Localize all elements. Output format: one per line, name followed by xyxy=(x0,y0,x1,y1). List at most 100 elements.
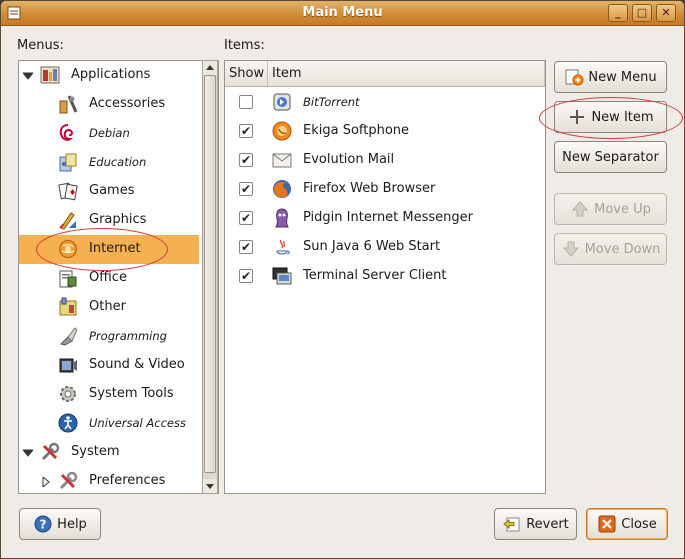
close-window-button[interactable]: ✕ xyxy=(656,4,676,22)
items-table[interactable]: Show Item BitTorrent ✔ Ekiga Softphone ✔ Evo… xyxy=(224,60,546,494)
menu-item-label: Applications xyxy=(71,67,151,82)
firefox-icon xyxy=(273,180,291,198)
close-button[interactable]: Close xyxy=(586,508,668,540)
scroll-down-arrow[interactable] xyxy=(203,479,217,493)
new-menu-icon xyxy=(565,69,584,86)
scrollbar-thumb[interactable] xyxy=(204,75,216,473)
maximize-button[interactable]: □ xyxy=(632,4,652,22)
menus-label: Menus: xyxy=(17,38,64,53)
show-checkbox[interactable]: ✔ xyxy=(239,211,253,225)
menu-item-office[interactable]: Office xyxy=(19,264,199,293)
menu-item-label: Other xyxy=(89,299,126,314)
menu-item-system[interactable]: System xyxy=(19,438,199,467)
mail-icon xyxy=(272,153,292,168)
scroll-up-arrow[interactable] xyxy=(203,61,217,75)
menu-item-label: Games xyxy=(89,183,135,198)
show-checkbox[interactable]: ✔ xyxy=(239,182,253,196)
applications-icon xyxy=(40,66,60,84)
new-item-label: New Item xyxy=(591,109,654,125)
menu-item-label: Education xyxy=(89,155,147,169)
table-row[interactable]: ✔ Firefox Web Browser xyxy=(225,175,543,204)
plus-icon xyxy=(570,110,585,124)
item-label: Firefox Web Browser xyxy=(303,181,436,196)
minimize-button[interactable]: _ xyxy=(608,4,628,22)
new-menu-button[interactable]: New Menu xyxy=(554,61,667,93)
new-item-button[interactable]: New Item xyxy=(554,101,667,133)
programming-icon xyxy=(60,327,78,346)
close-label: Close xyxy=(621,516,657,532)
menu-item-label: System Tools xyxy=(89,386,174,401)
move-down-button[interactable]: Move Down xyxy=(554,233,667,265)
main-menu-window: Main Menu _ □ ✕ Menus: Items: Applicatio… xyxy=(0,0,685,559)
pidgin-icon xyxy=(275,208,289,228)
column-header-item[interactable]: Item xyxy=(268,61,545,87)
menu-item-preferences[interactable]: Preferences xyxy=(19,467,199,493)
graphics-icon xyxy=(59,212,76,230)
show-checkbox[interactable]: ✔ xyxy=(239,269,253,283)
expander-expanded-icon[interactable] xyxy=(23,71,33,81)
menu-item-label: Sound & Video xyxy=(89,357,185,372)
show-checkbox[interactable] xyxy=(239,95,253,109)
menu-item-education[interactable]: Education xyxy=(19,148,199,177)
new-separator-label: New Separator xyxy=(562,149,659,165)
menu-item-label: Graphics xyxy=(89,212,147,227)
menu-item-sound-video[interactable]: Sound & Video xyxy=(19,351,199,380)
help-label: Help xyxy=(57,516,87,532)
show-checkbox[interactable]: ✔ xyxy=(239,240,253,254)
table-row[interactable]: BitTorrent xyxy=(225,88,543,117)
education-icon xyxy=(59,153,77,172)
move-up-button[interactable]: Move Up xyxy=(554,193,667,225)
new-separator-button[interactable]: New Separator xyxy=(554,141,667,173)
menu-item-games[interactable]: ♦ Games xyxy=(19,177,199,206)
other-icon xyxy=(59,297,77,316)
preferences-icon xyxy=(59,471,78,490)
menu-item-debian[interactable]: Debian xyxy=(19,119,199,148)
universal-access-icon xyxy=(58,413,78,433)
table-row[interactable]: ✔ Pidgin Internet Messenger xyxy=(225,204,543,233)
table-row[interactable]: ✔ Sun Java 6 Web Start xyxy=(225,233,543,262)
items-label: Items: xyxy=(224,38,265,53)
show-checkbox[interactable]: ✔ xyxy=(239,124,253,138)
help-button[interactable]: ? Help xyxy=(19,508,101,540)
column-header-show[interactable]: Show xyxy=(225,61,268,87)
revert-icon xyxy=(503,517,520,532)
item-label: Sun Java 6 Web Start xyxy=(303,239,441,254)
arrow-down-icon xyxy=(562,241,579,257)
help-icon: ? xyxy=(34,515,52,533)
table-row[interactable]: ✔ Ekiga Softphone xyxy=(225,117,543,146)
revert-button[interactable]: Revert xyxy=(494,508,577,540)
menu-item-graphics[interactable]: Graphics xyxy=(19,206,199,235)
menus-scrollbar[interactable] xyxy=(202,60,218,494)
menu-item-accessories[interactable]: Accessories xyxy=(19,90,199,119)
table-row[interactable]: ✔ Evolution Mail xyxy=(225,146,543,175)
menu-item-universal-access[interactable]: Universal Access xyxy=(19,409,199,438)
menu-item-label: Accessories xyxy=(89,96,166,111)
menu-item-system-tools[interactable]: System Tools xyxy=(19,380,199,409)
terminal-server-icon xyxy=(272,267,292,285)
internet-icon xyxy=(59,240,77,258)
games-icon: ♦ xyxy=(58,182,78,201)
menu-item-applications[interactable]: Applications xyxy=(19,61,199,90)
menu-item-label: Universal Access xyxy=(89,416,186,430)
java-icon xyxy=(276,239,290,255)
expander-expanded-icon[interactable] xyxy=(23,448,33,458)
debian-icon xyxy=(59,124,74,141)
menu-item-internet[interactable]: Internet xyxy=(19,235,199,264)
menu-item-programming[interactable]: Programming xyxy=(19,322,199,351)
move-down-label: Move Down xyxy=(584,241,661,257)
system-icon xyxy=(41,442,60,461)
close-icon xyxy=(598,515,616,533)
menus-tree[interactable]: Applications Accessories Debian Education ♦ G… xyxy=(18,60,219,494)
sound-video-icon xyxy=(59,358,77,373)
menu-item-label: Office xyxy=(89,270,127,285)
svg-text:♦: ♦ xyxy=(69,188,76,197)
show-checkbox[interactable]: ✔ xyxy=(239,153,253,167)
expander-collapsed-icon[interactable] xyxy=(41,477,51,487)
table-row[interactable]: ✔ Terminal Server Client xyxy=(225,262,543,291)
revert-label: Revert xyxy=(526,516,569,532)
menu-item-other[interactable]: Other xyxy=(19,293,199,322)
arrow-up-icon xyxy=(572,201,589,217)
ekiga-icon xyxy=(272,121,292,141)
svg-text:?: ? xyxy=(40,518,47,532)
title-bar[interactable]: Main Menu _ □ ✕ xyxy=(1,1,684,26)
